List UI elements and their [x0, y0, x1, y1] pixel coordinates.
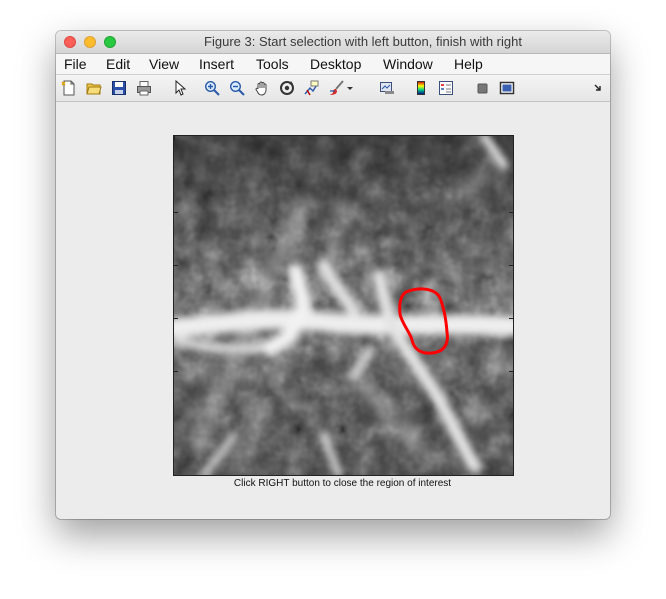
- pointer-icon[interactable]: [171, 79, 189, 97]
- menu-view[interactable]: View: [149, 54, 179, 74]
- close-window-button[interactable]: [64, 36, 76, 48]
- print-icon[interactable]: [135, 79, 153, 97]
- menu-help[interactable]: Help: [454, 54, 483, 74]
- brush-dropdown-icon[interactable]: [345, 79, 355, 97]
- colorbar-icon[interactable]: [412, 79, 430, 97]
- menu-window[interactable]: Window: [383, 54, 433, 74]
- window-title: Figure 3: Start selection with left butt…: [204, 34, 522, 49]
- maximize-window-button[interactable]: [104, 36, 116, 48]
- new-figure-icon[interactable]: [60, 79, 78, 97]
- menu-insert[interactable]: Insert: [199, 54, 234, 74]
- axis-tick: [509, 265, 513, 266]
- menu-tools[interactable]: Tools: [256, 54, 289, 74]
- dock-icon[interactable]: [592, 79, 604, 97]
- menu-edit[interactable]: Edit: [106, 54, 130, 74]
- axis-tick: [509, 318, 513, 319]
- brush-icon[interactable]: [328, 79, 346, 97]
- axis-tick: [174, 318, 178, 319]
- axis-tick: [509, 371, 513, 372]
- save-icon[interactable]: [110, 79, 128, 97]
- axis-tick: [174, 371, 178, 372]
- legend-icon[interactable]: [437, 79, 455, 97]
- instruction-caption: Click RIGHT button to close the region o…: [233, 478, 452, 489]
- menu-bar: File Edit View Insert Tools Desktop Wind…: [56, 54, 610, 75]
- hide-plot-tools-icon[interactable]: [473, 79, 491, 97]
- axis-tick: [174, 212, 178, 213]
- grayscale-image: [174, 136, 513, 475]
- axis-tick: [509, 212, 513, 213]
- figure-window: Figure 3: Start selection with left butt…: [56, 31, 610, 519]
- menu-file[interactable]: File: [64, 54, 87, 74]
- rotate-3d-icon[interactable]: [278, 79, 296, 97]
- minimize-window-button[interactable]: [84, 36, 96, 48]
- axis-tick: [174, 136, 175, 140]
- title-bar[interactable]: Figure 3: Start selection with left butt…: [56, 31, 610, 54]
- link-plot-icon[interactable]: [378, 79, 396, 97]
- zoom-in-icon[interactable]: [203, 79, 221, 97]
- menu-desktop[interactable]: Desktop: [310, 54, 361, 74]
- figure-toolbar: [56, 75, 610, 102]
- pan-icon[interactable]: [253, 79, 271, 97]
- zoom-out-icon[interactable]: [228, 79, 246, 97]
- image-axes[interactable]: [173, 135, 514, 476]
- show-plot-tools-icon[interactable]: [498, 79, 516, 97]
- open-file-icon[interactable]: [85, 79, 103, 97]
- data-cursor-icon[interactable]: [303, 79, 321, 97]
- plot-area: Click RIGHT button to close the region o…: [56, 102, 610, 519]
- axis-tick: [174, 265, 178, 266]
